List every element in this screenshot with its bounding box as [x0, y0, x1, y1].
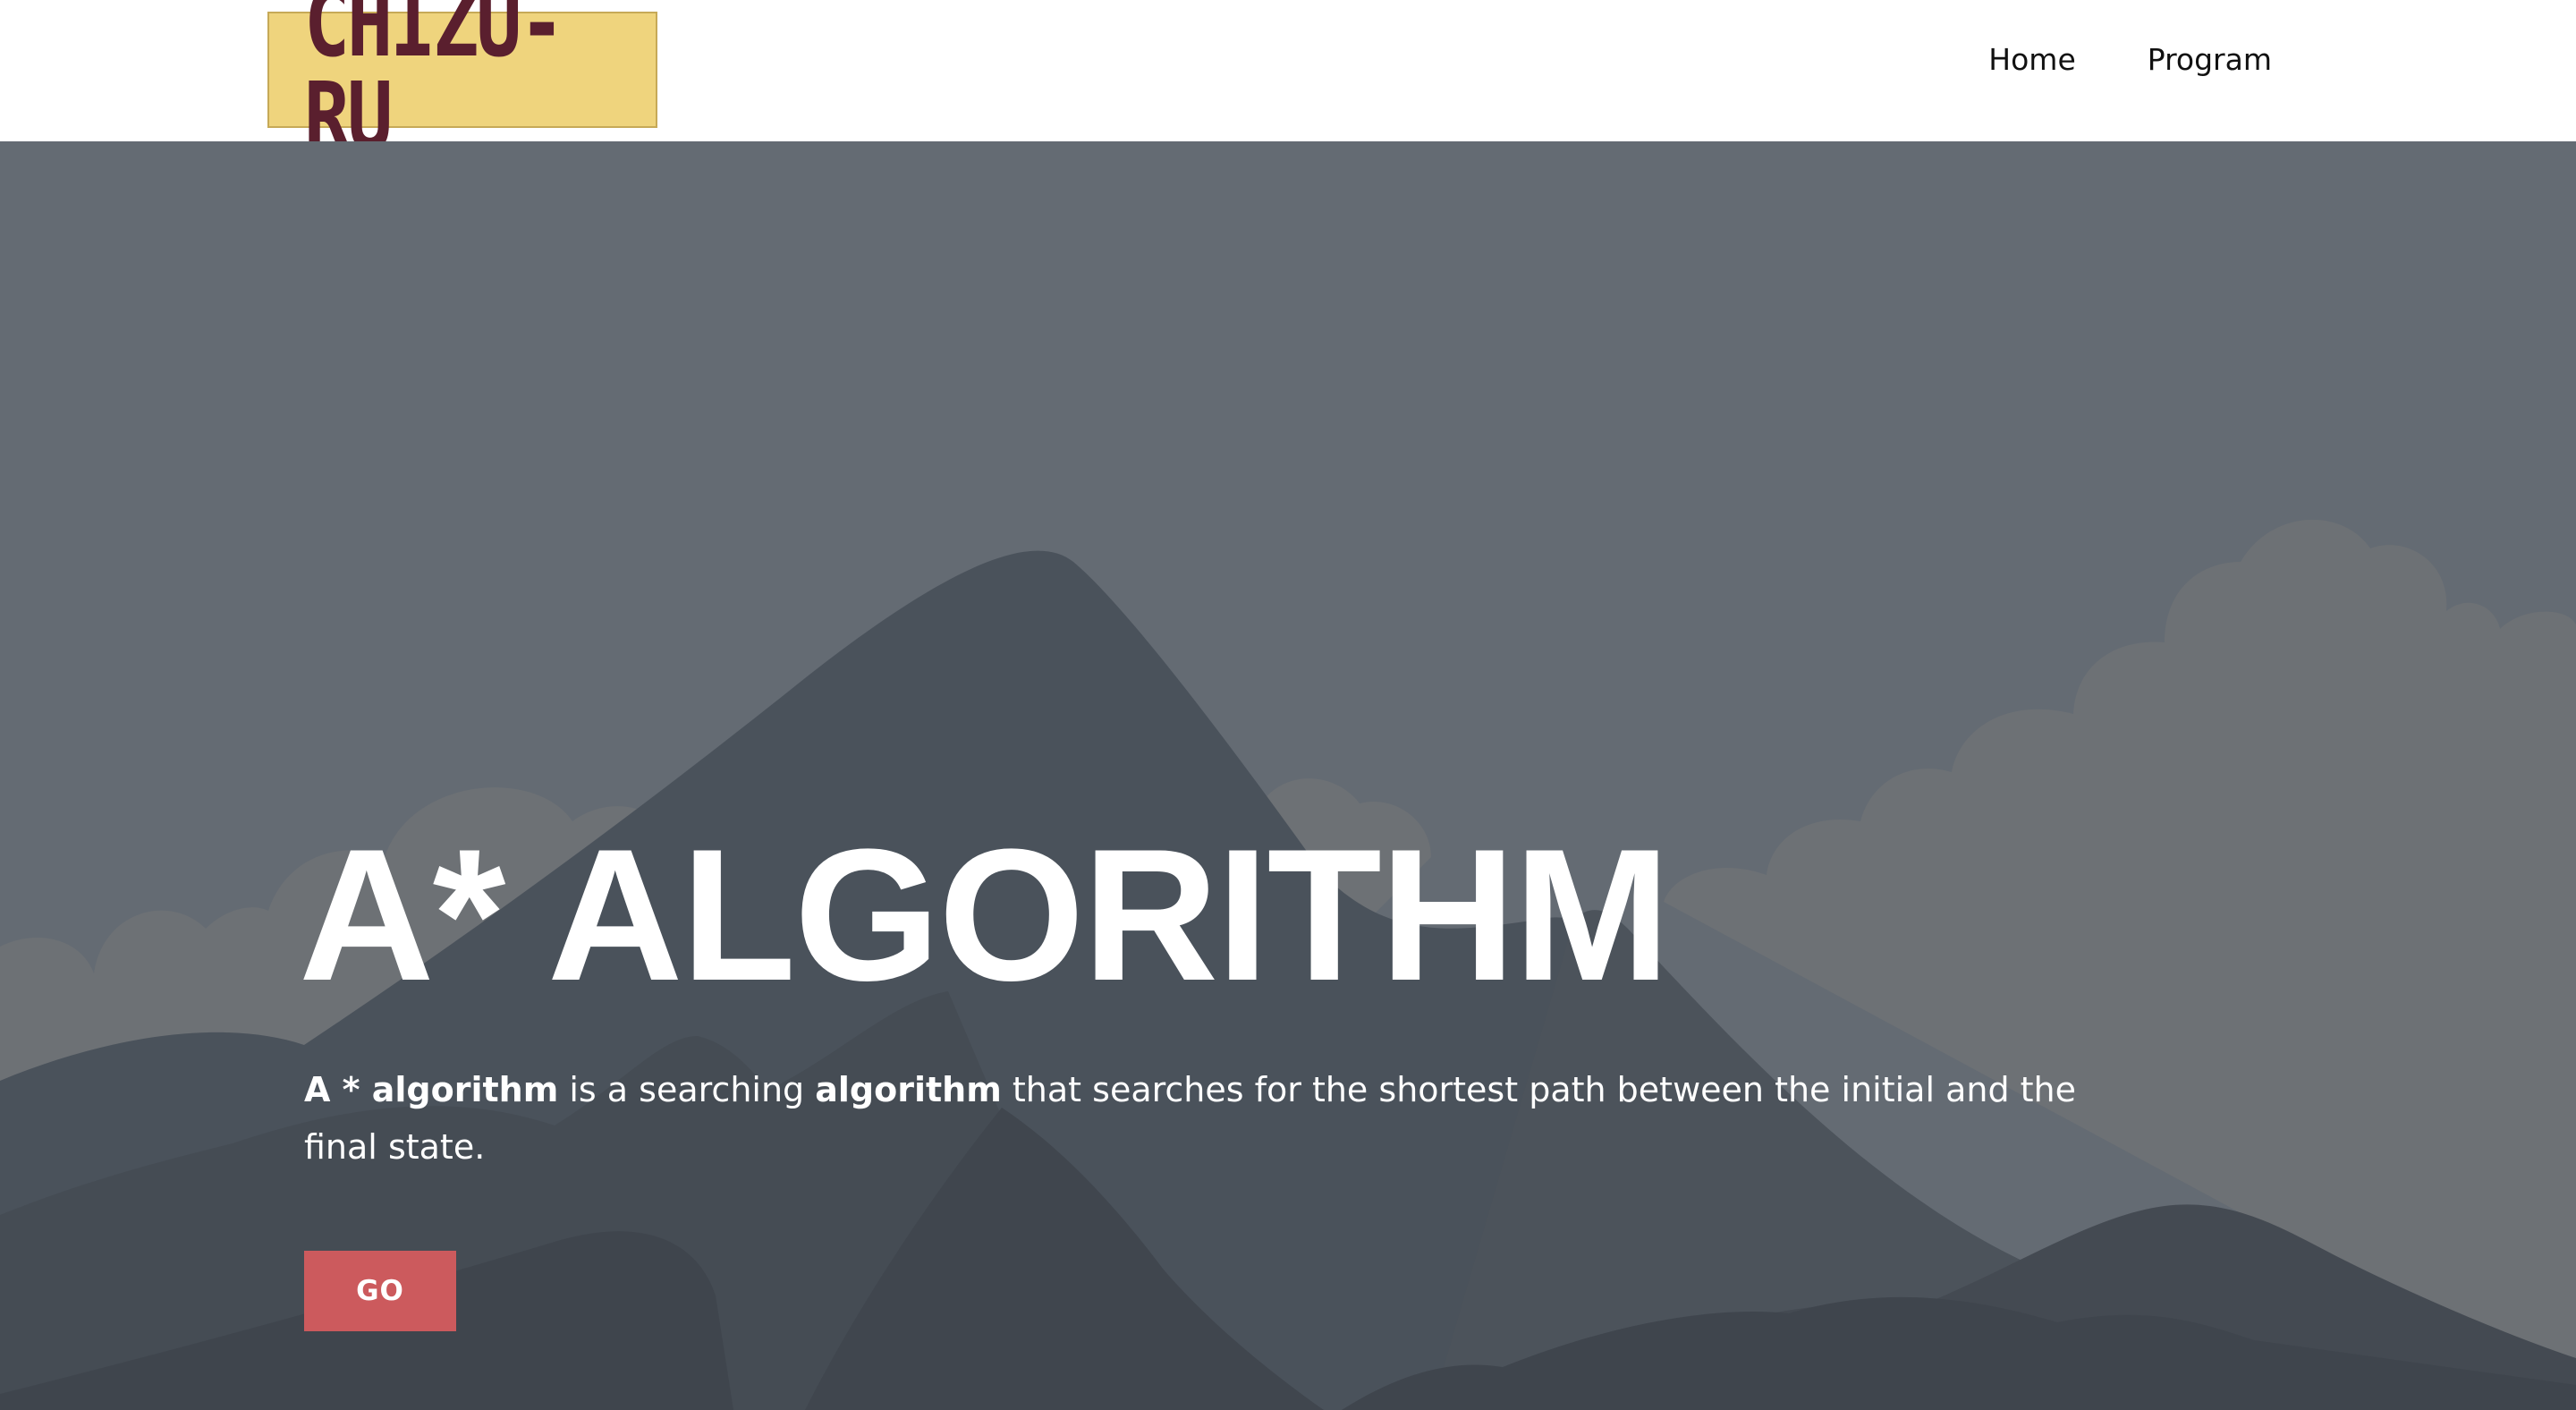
go-button[interactable]: GO — [304, 1251, 456, 1331]
hero-section: A* ALGORITHM A * algorithm is a searchin… — [0, 141, 2576, 1410]
mountain-landscape-illustration — [0, 141, 2576, 1410]
site-header: CHIZU-RU Home Program — [0, 0, 2576, 163]
hero-description-bold-2: algorithm — [815, 1070, 1002, 1109]
hero-description-text-1: is a searching — [558, 1070, 816, 1109]
hero-description-bold-1: A * algorithm — [304, 1070, 559, 1109]
logo-text: CHIZU-RU — [303, 0, 565, 171]
main-nav: Home Program — [1988, 0, 2272, 118]
nav-program-link[interactable]: Program — [2148, 42, 2272, 77]
nav-home-link[interactable]: Home — [1988, 42, 2075, 77]
hero-title: A* ALGORITHM — [299, 810, 1670, 1020]
logo[interactable]: CHIZU-RU — [267, 0, 657, 163]
hero-description: A * algorithm is a searching algorithm t… — [304, 1061, 2156, 1176]
